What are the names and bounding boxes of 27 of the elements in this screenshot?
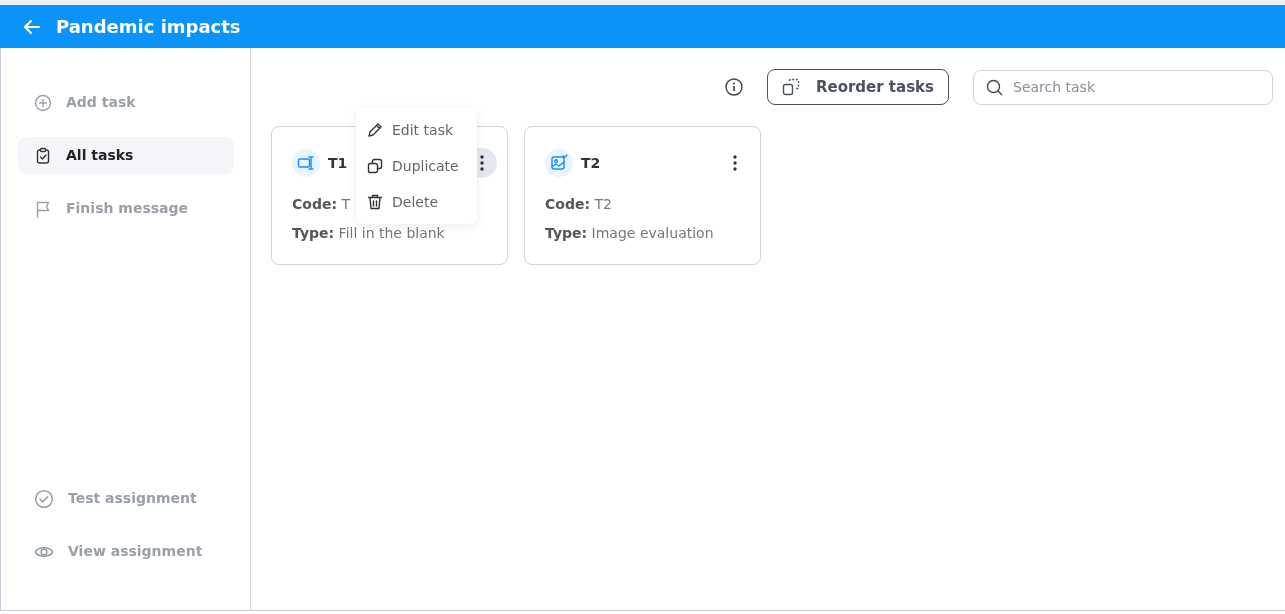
reorder-tasks-button[interactable]: Reorder tasks [766, 69, 949, 105]
pencil-icon [366, 121, 384, 139]
back-arrow-icon[interactable] [24, 19, 40, 34]
task-title: T1 [328, 153, 348, 173]
page-title: Pandemic impacts [56, 15, 241, 38]
copy-icon [366, 157, 384, 175]
menu-item[interactable]: Edit task [356, 112, 477, 148]
image-check-icon [550, 154, 568, 172]
check-circle-icon [34, 488, 54, 509]
info-icon[interactable] [724, 78, 743, 96]
task-code: Code: T [292, 195, 351, 214]
task-type: Type: Fill in the blank [292, 224, 445, 243]
search-field[interactable]: Search task [973, 69, 1273, 105]
trash-icon [366, 193, 384, 211]
text-field-icon [297, 154, 315, 172]
menu-item[interactable]: Duplicate [356, 148, 477, 184]
kebab-icon [733, 155, 737, 171]
flag-icon [34, 199, 52, 218]
add-circle-icon [34, 93, 52, 112]
reorder-icon [781, 78, 800, 96]
task-code: Code: T2 [545, 195, 612, 214]
sidebar-item[interactable]: All tasks [18, 137, 234, 174]
menu-item[interactable]: Delete [356, 184, 477, 220]
task-type: Type: Image evaluation [545, 224, 714, 243]
kebab-icon [480, 155, 484, 171]
task-title: T2 [581, 153, 601, 173]
clipboard-icon [34, 146, 52, 165]
